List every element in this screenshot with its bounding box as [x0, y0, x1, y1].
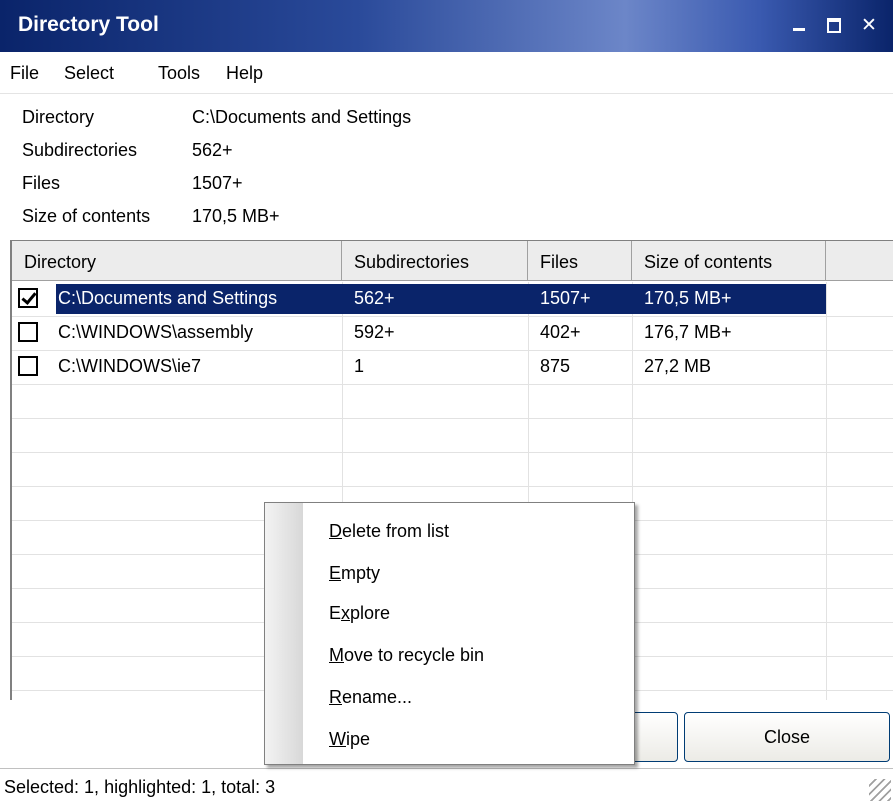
summary-label-directory: Directory	[22, 107, 95, 127]
close-button[interactable]: Close	[684, 712, 890, 762]
maximize-icon[interactable]	[821, 12, 847, 38]
table-row[interactable]: C:\Documents and Settings 562+ 1507+ 170…	[12, 282, 893, 316]
minimize-icon[interactable]	[786, 12, 812, 38]
row-checkbox[interactable]	[18, 356, 38, 376]
column-header-files[interactable]: Files	[528, 241, 632, 281]
row-size: 176,7 MB+	[644, 322, 732, 342]
menu-item-wipe[interactable]: Wipe	[329, 729, 370, 750]
summary-panel: Directory C:\Documents and Settings Subd…	[0, 95, 893, 235]
row-directory: C:\WINDOWS\assembly	[58, 322, 254, 342]
row-files: 1507+	[540, 288, 591, 308]
summary-value-size: 170,5 MB+	[192, 206, 280, 226]
column-header-size[interactable]: Size of contents	[632, 241, 826, 281]
status-text: Selected: 1, highlighted: 1, total: 3	[4, 777, 276, 797]
table-row[interactable]: C:\WINDOWS\ie7 1 875 27,2 MB	[12, 350, 893, 384]
menu-item-rename[interactable]: Rename...	[329, 687, 412, 708]
row-subdirectories: 592+	[354, 322, 395, 342]
menu-help[interactable]: Help	[226, 63, 263, 84]
menu-select[interactable]: Select	[64, 63, 114, 84]
summary-label-size: Size of contents	[22, 206, 151, 226]
summary-value-directory: C:\Documents and Settings	[192, 107, 412, 127]
summary-value-subdirectories: 562+	[192, 140, 233, 160]
row-checkbox[interactable]	[18, 322, 38, 342]
menu-item-move-to-recycle-bin[interactable]: Move to recycle bin	[329, 645, 484, 666]
context-menu: Delete from list Empty Explore Move to r…	[264, 502, 635, 765]
column-header-directory[interactable]: Directory	[12, 241, 342, 281]
menu-item-explore[interactable]: Explore	[329, 603, 390, 624]
row-files: 875	[540, 356, 571, 376]
column-header-subdirectories[interactable]: Subdirectories	[342, 241, 528, 281]
summary-label-subdirectories: Subdirectories	[22, 140, 138, 160]
summary-value-files: 1507+	[192, 173, 243, 193]
summary-label-files: Files	[22, 173, 61, 193]
title-bar: Directory Tool ✕	[0, 0, 893, 52]
row-checkbox[interactable]	[18, 288, 38, 308]
row-directory: C:\Documents and Settings	[58, 288, 278, 308]
list-header: Directory Subdirectories Files Size of c…	[12, 241, 893, 281]
status-bar: Selected: 1, highlighted: 1, total: 3	[0, 768, 893, 803]
row-directory: C:\WINDOWS\ie7	[58, 356, 202, 376]
menu-item-empty[interactable]: Empty	[329, 563, 380, 584]
table-row[interactable]: C:\WINDOWS\assembly 592+ 402+ 176,7 MB+	[12, 316, 893, 350]
menu-tools[interactable]: Tools	[158, 63, 200, 84]
row-size: 170,5 MB+	[644, 288, 732, 308]
menu-item-delete-from-list[interactable]: Delete from list	[329, 521, 449, 542]
row-size: 27,2 MB	[644, 356, 712, 376]
resize-grip-icon[interactable]	[869, 779, 891, 801]
window-title: Directory Tool	[18, 13, 159, 36]
row-subdirectories: 1	[354, 356, 365, 376]
menu-bar: File Select Tools Help	[0, 52, 893, 94]
menu-file[interactable]: File	[10, 63, 39, 84]
close-icon[interactable]: ✕	[856, 12, 882, 38]
row-files: 402+	[540, 322, 581, 342]
row-subdirectories: 562+	[354, 288, 395, 308]
